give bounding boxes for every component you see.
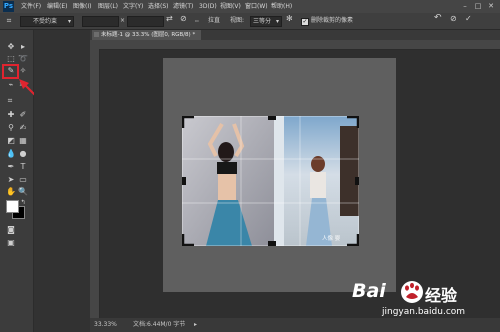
lasso-tool-icon[interactable]: ➰ bbox=[18, 54, 28, 64]
zoom-level[interactable]: 33.33% bbox=[94, 321, 117, 329]
photoshop-logo: Ps bbox=[3, 1, 14, 12]
status-menu-arrow-icon[interactable]: ▸ bbox=[194, 321, 197, 329]
menu-filter[interactable]: 滤镜(T) bbox=[173, 3, 193, 10]
straighten-label[interactable]: 拉直 bbox=[208, 17, 220, 25]
clear-icon[interactable]: ⊘ bbox=[180, 15, 187, 23]
menu-window[interactable]: 窗口(W) bbox=[245, 3, 268, 10]
crop-preset-dropdown[interactable]: 不受约束 ▾ bbox=[20, 16, 74, 27]
view-overlay-value: 三等分 bbox=[253, 18, 272, 25]
gear-icon[interactable]: ✻ bbox=[286, 15, 293, 23]
document-tab[interactable]: 未标题-1 @ 33.3% (图层0, RGB/8) * bbox=[92, 30, 202, 40]
chevron-down-icon: ▾ bbox=[67, 18, 71, 25]
dodge-tool-icon[interactable]: ● bbox=[18, 149, 28, 159]
watermark-url: jingyan.baidu.com bbox=[382, 307, 466, 317]
cancel-crop-icon[interactable]: ⊘ bbox=[450, 15, 457, 23]
view-label: 视图: bbox=[230, 17, 245, 24]
minimize-icon[interactable]: – bbox=[461, 2, 469, 10]
menu-3d[interactable]: 3D(D) bbox=[199, 3, 217, 10]
menu-edit[interactable]: 编辑(E) bbox=[47, 3, 67, 10]
menu-bar: Ps 文件(F) 编辑(E) 图像(I) 图层(L) 文字(Y) 选择(S) 滤… bbox=[0, 0, 500, 13]
screen-mode-icon[interactable]: ▣ bbox=[6, 238, 16, 248]
baidu-watermark: Bai du 经验 jingyan.baidu.com bbox=[352, 280, 500, 332]
zoom-tool-icon[interactable]: 🔍 bbox=[18, 187, 28, 197]
blur-tool-icon[interactable]: 💧 bbox=[6, 149, 16, 159]
hand-tool-icon[interactable]: ✋ bbox=[6, 187, 16, 197]
photo-image[interactable]: 人像 婴 bbox=[182, 116, 359, 246]
ratio-separator: × bbox=[120, 17, 126, 24]
photo-watermark: 人像 婴 bbox=[322, 236, 341, 242]
panel-dock-strip bbox=[34, 30, 90, 332]
menu-help[interactable]: 帮助(H) bbox=[271, 3, 292, 10]
eraser-icon[interactable]: ◩ bbox=[6, 136, 16, 146]
commit-crop-icon[interactable]: ✓ bbox=[465, 15, 472, 23]
menu-select[interactable]: 选择(S) bbox=[148, 3, 169, 10]
menu-image[interactable]: 图像(I) bbox=[73, 3, 91, 10]
menu-type[interactable]: 文字(Y) bbox=[123, 3, 143, 10]
delete-cropped-label: 删除裁剪的像素 bbox=[311, 17, 354, 24]
undo-icon[interactable]: ↶ bbox=[434, 14, 442, 23]
marquee-tool-icon[interactable]: ⬚ bbox=[6, 54, 16, 64]
gradient-icon[interactable]: ▦ bbox=[18, 136, 28, 146]
document-tab-title: 未标题-1 @ 33.3% (图层0, RGB/8) * bbox=[101, 32, 196, 38]
crop-height-field[interactable] bbox=[127, 16, 164, 27]
straighten-icon[interactable]: ▭ bbox=[195, 17, 199, 25]
close-tab-icon[interactable] bbox=[94, 32, 99, 37]
shape-tool-icon[interactable]: ▭ bbox=[18, 175, 28, 185]
close-icon[interactable]: ✕ bbox=[487, 2, 495, 10]
chevron-down-icon: ▾ bbox=[275, 18, 279, 25]
tool-arrow-icon: ▸ bbox=[20, 42, 25, 51]
view-overlay-dropdown[interactable]: 三等分 ▾ bbox=[250, 16, 282, 27]
type-tool-icon[interactable]: T bbox=[18, 162, 28, 172]
document-info[interactable]: 文档:6.44M/0 字节 bbox=[133, 321, 185, 329]
swap-colors-icon[interactable]: ↰ bbox=[18, 198, 28, 208]
delete-cropped-checkbox[interactable]: ✓ bbox=[301, 18, 309, 26]
pen-tool-icon[interactable]: ✒ bbox=[6, 162, 16, 172]
move-tool-icon[interactable]: ✥ bbox=[6, 42, 16, 52]
path-select-icon[interactable]: ➤ bbox=[6, 175, 16, 185]
crop-preset-value: 不受约束 bbox=[33, 18, 58, 25]
crop-width-field[interactable] bbox=[82, 16, 119, 27]
menu-layer[interactable]: 图层(L) bbox=[98, 3, 118, 10]
options-bar: ⌗ 不受约束 ▾ × ⇄ ⊘ ▭ 拉直 视图: 三等分 ▾ ✻ ✓ 删除裁剪的像… bbox=[0, 13, 500, 30]
horizontal-ruler[interactable] bbox=[90, 40, 500, 50]
menu-file[interactable]: 文件(F) bbox=[21, 3, 41, 10]
maximize-icon[interactable]: □ bbox=[474, 2, 482, 10]
menu-view[interactable]: 视图(V) bbox=[220, 3, 241, 10]
watermark-suffix: 经验 bbox=[425, 286, 458, 305]
quick-mask-icon[interactable]: ◙ bbox=[6, 225, 16, 235]
watermark-brand: Bai bbox=[352, 280, 386, 302]
swap-icon[interactable]: ⇄ bbox=[166, 15, 173, 23]
vertical-ruler[interactable] bbox=[90, 49, 100, 318]
crop-tool-preset-icon[interactable]: ⌗ bbox=[4, 16, 14, 26]
